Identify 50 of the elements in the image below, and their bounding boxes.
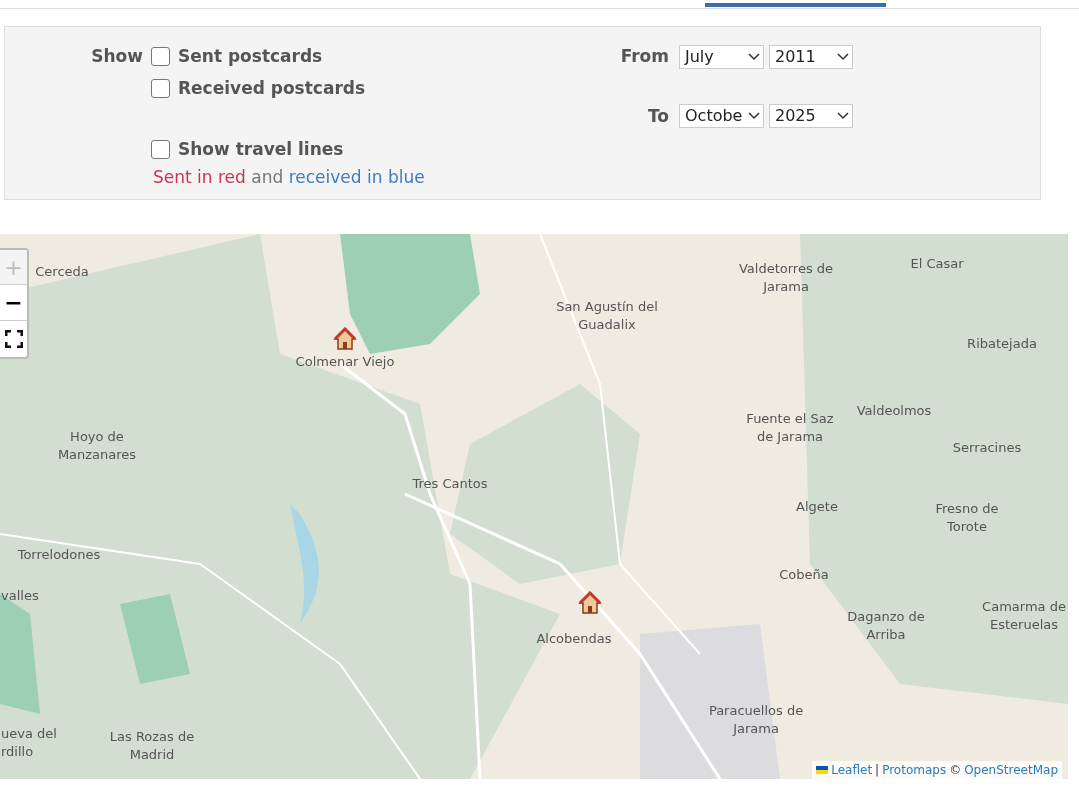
place-label: Las Rozas de Madrid <box>109 728 195 764</box>
place-label: Valdetorres de Jarama <box>738 260 834 296</box>
zoom-out-button[interactable]: − <box>0 285 27 321</box>
checkbox-label[interactable]: Sent postcards <box>178 44 323 70</box>
place-label: Paracuellos de Jarama <box>708 702 804 738</box>
place-label: Daganzo de Arriba <box>847 608 925 644</box>
caret-icon <box>748 112 760 121</box>
protomaps-link[interactable]: Protomaps <box>882 761 947 779</box>
checkbox[interactable] <box>151 140 170 160</box>
place-label: Ribatejada <box>967 335 1037 353</box>
to-label: To <box>646 104 669 128</box>
place-label: ueva del rdillo <box>1 725 57 761</box>
place-label: Tres Cantos <box>412 475 488 493</box>
copyright-sign: © <box>949 762 962 779</box>
place-label: Hoyo de Manzanares <box>57 428 137 464</box>
house-icon[interactable] <box>333 327 357 351</box>
place-label: Fresno de Torote <box>935 500 999 536</box>
caret-icon <box>837 112 849 121</box>
fullscreen-icon <box>4 330 23 348</box>
checkbox[interactable] <box>151 78 170 98</box>
caret-icon <box>837 52 849 61</box>
openstreetmap-link[interactable]: OpenStreetMap <box>964 761 1058 779</box>
place-label: El Casar <box>910 255 964 273</box>
place-label: valles <box>1 587 39 605</box>
month-select[interactable]: Octobe <box>679 104 764 129</box>
place-label: Colmenar Viejo <box>295 353 395 371</box>
show-label: Show <box>91 45 143 68</box>
place-label: San Agustín del Guadalix <box>556 298 658 334</box>
place-label: Algete <box>796 498 838 516</box>
from-label: From <box>619 45 669 68</box>
place-label: Fuente el Saz de Jarama <box>746 410 834 446</box>
checkbox[interactable] <box>151 47 170 67</box>
travel-lines-legend: Sent in red and received in blue <box>153 164 611 190</box>
checkbox-label[interactable]: Received postcards <box>178 75 366 101</box>
place-label: Alcobendas <box>536 630 612 648</box>
place-label: Valdeolmos <box>856 402 932 420</box>
month-select[interactable]: July <box>679 44 764 69</box>
house-icon[interactable] <box>578 591 602 615</box>
place-label: Serracines <box>952 439 1022 457</box>
place-label: Camarma de Esteruelas <box>982 598 1066 634</box>
flag-icon <box>816 766 829 774</box>
leaflet-link[interactable]: Leaflet <box>831 761 873 779</box>
place-label: Torrelodones <box>17 546 101 564</box>
year-select[interactable]: 2011 <box>769 44 853 69</box>
place-label: Cerceda <box>35 263 89 281</box>
year-select[interactable]: 2025 <box>769 104 853 129</box>
caret-icon <box>748 52 760 61</box>
checkbox-label[interactable]: Show travel lines <box>178 137 344 163</box>
separator: | <box>875 762 880 779</box>
place-label: Cobeña <box>779 566 829 584</box>
